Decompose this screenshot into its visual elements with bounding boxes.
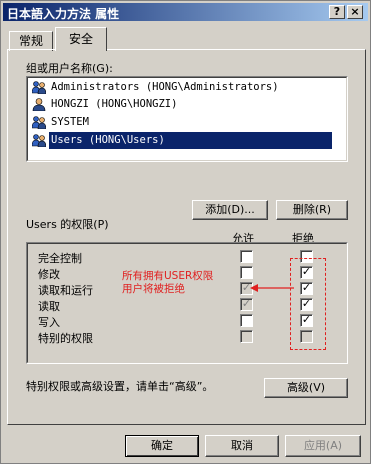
remove-button[interactable]: 删除(R): [276, 200, 348, 220]
allow-read-checkbox[interactable]: ✓: [240, 298, 253, 311]
list-item-selected[interactable]: Users (HONG\Users): [32, 132, 332, 149]
tab-security[interactable]: 安全: [55, 27, 107, 51]
close-button[interactable]: ×: [347, 5, 363, 19]
security-tab-panel: 组或用户名称(G): Administrators (HONG\Administ…: [7, 49, 366, 425]
permission-label: 读取和运行: [38, 284, 93, 297]
list-item[interactable]: HONGZI (HONG\HONGZI): [32, 96, 332, 113]
advanced-hint: 特别权限或高级设置，请单击“高级”。: [26, 380, 214, 393]
permissions-list: 完全控制 修改 ✓ 读取和运行 ✓ ✓ 读取 ✓ ✓ 写入 ✓ 特别的权限 所有…: [26, 242, 348, 364]
allow-modify-checkbox[interactable]: [240, 266, 253, 279]
users-group-icon: [32, 134, 46, 147]
advanced-button[interactable]: 高级(V): [264, 378, 348, 398]
window-title: 日本語入力方法 属性: [7, 7, 120, 21]
allow-full-control-checkbox[interactable]: [240, 250, 253, 263]
list-item-label: Administrators (HONG\Administrators): [51, 81, 279, 93]
permission-label: 特别的权限: [38, 332, 93, 345]
users-list[interactable]: Administrators (HONG\Administrators) HON…: [26, 76, 348, 162]
list-item-label: SYSTEM: [51, 116, 89, 128]
help-button[interactable]: ?: [329, 5, 345, 19]
properties-dialog: 日本語入力方法 属性 ? × 常规 安全 组或用户名称(G): Administ…: [0, 0, 371, 464]
title-bar[interactable]: 日本語入力方法 属性 ? ×: [3, 3, 368, 21]
annotation-text-line2: 用户将被拒绝: [122, 283, 185, 295]
annotation-arrow-icon: [250, 284, 294, 292]
annotation-text-line1: 所有拥有USER权限: [122, 270, 214, 282]
apply-button[interactable]: 应用(A): [285, 435, 361, 457]
cancel-button[interactable]: 取消: [205, 435, 279, 457]
annotation-highlight-box: [290, 258, 326, 350]
allow-write-checkbox[interactable]: [240, 314, 253, 327]
ok-button[interactable]: 确定: [125, 435, 199, 457]
permission-label: 修改: [38, 268, 60, 281]
list-item-label: HONGZI (HONG\HONGZI): [51, 98, 178, 110]
group-user-label: 组或用户名称(G):: [26, 62, 113, 75]
user-icon: [32, 98, 46, 111]
list-item-label: Users (HONG\Users): [49, 132, 332, 149]
list-item[interactable]: SYSTEM: [32, 114, 332, 131]
users-group-icon: [32, 116, 46, 129]
permission-label: 读取: [38, 300, 60, 313]
add-button[interactable]: 添加(D)...: [192, 200, 268, 220]
users-group-icon: [32, 81, 46, 94]
permission-label: 完全控制: [38, 252, 82, 265]
permission-label: 写入: [38, 316, 60, 329]
permissions-title: Users 的权限(P): [26, 218, 109, 231]
tab-general[interactable]: 常规: [9, 31, 53, 51]
list-item[interactable]: Administrators (HONG\Administrators): [32, 79, 332, 96]
allow-special-checkbox[interactable]: [240, 330, 253, 343]
